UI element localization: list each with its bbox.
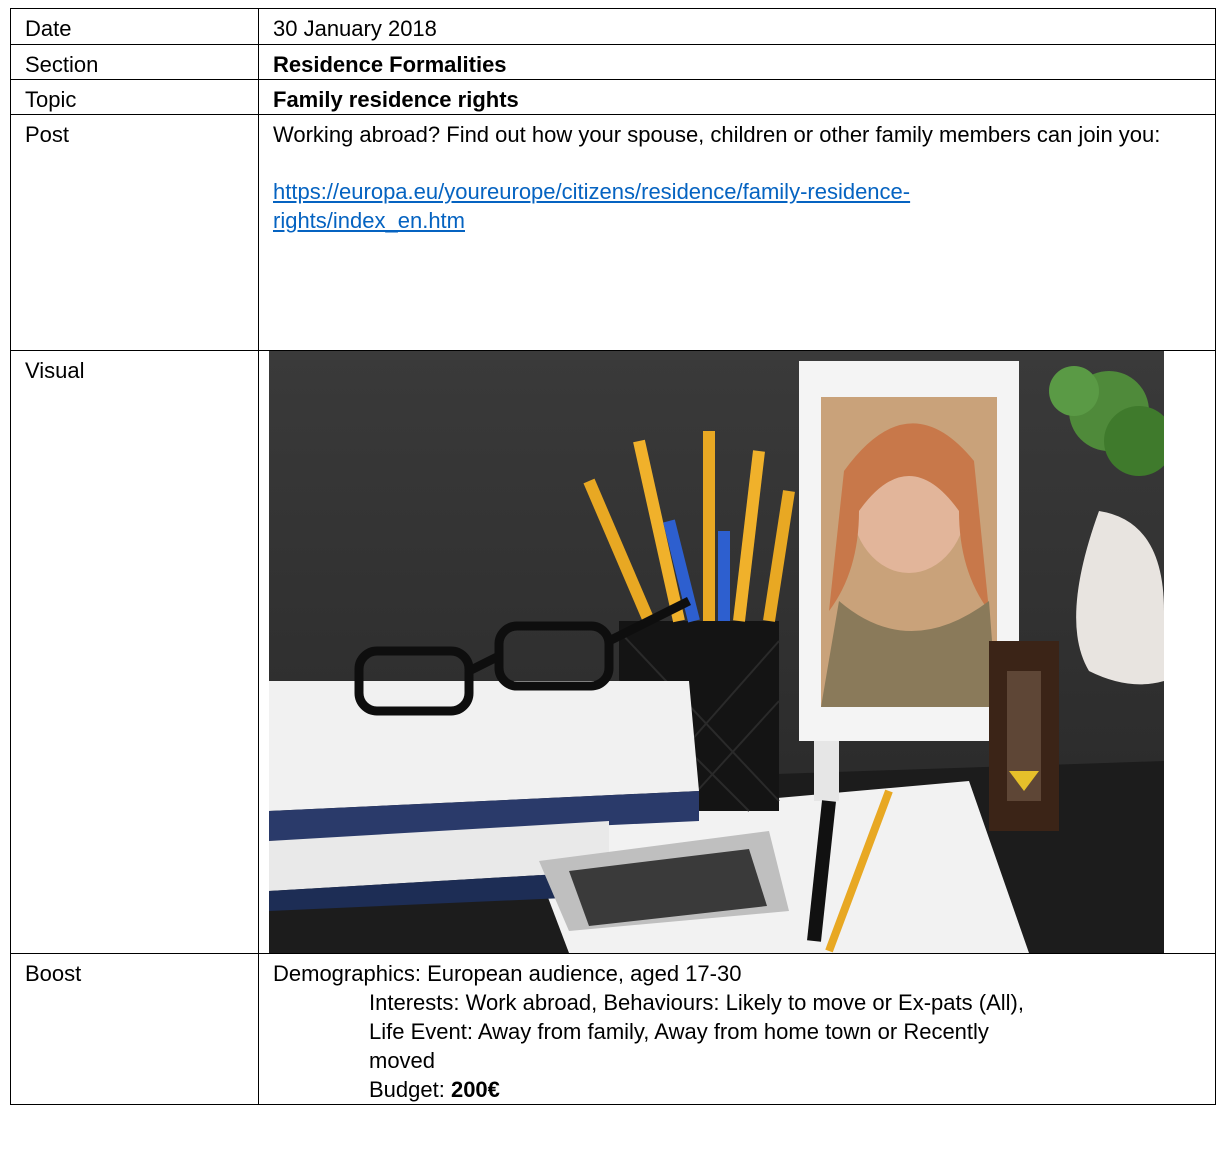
- row-section: Section Residence Formalities: [10, 44, 1216, 80]
- desk-photo-illustration: [269, 361, 1164, 953]
- section-value: Residence Formalities: [258, 44, 1216, 80]
- content-table: Date 30 January 2018 Section Residence F…: [10, 8, 1216, 1105]
- row-boost: Boost Demographics: European audience, a…: [10, 953, 1216, 1105]
- post-link-line2: rights/index_en.htm: [273, 208, 465, 233]
- boost-budget-value: 200€: [450, 1077, 500, 1102]
- boost-budget-label: Budget:: [369, 1077, 451, 1102]
- post-text: Working abroad? Find out how your spouse…: [273, 122, 1161, 147]
- boost-demographics: Demographics: European audience, aged 17…: [273, 961, 742, 986]
- row-visual: Visual: [10, 350, 1216, 954]
- section-label: Section: [10, 44, 259, 80]
- post-label: Post: [10, 114, 259, 351]
- boost-content: Demographics: European audience, aged 17…: [258, 953, 1216, 1105]
- row-post: Post Working abroad? Find out how your s…: [10, 114, 1216, 351]
- boost-label: Boost: [10, 953, 259, 1105]
- boost-interests-1: Interests: Work abroad, Behaviours: Like…: [369, 990, 1024, 1015]
- visual-content: [258, 350, 1216, 954]
- visual-label: Visual: [10, 350, 259, 954]
- date-value: 30 January 2018: [258, 8, 1216, 45]
- topic-label: Topic: [10, 79, 259, 115]
- post-link-line1: https://europa.eu/youreurope/citizens/re…: [273, 179, 911, 204]
- row-topic: Topic Family residence rights: [10, 79, 1216, 115]
- date-label: Date: [10, 8, 259, 45]
- post-link[interactable]: https://europa.eu/youreurope/citizens/re…: [273, 177, 1201, 235]
- post-content: Working abroad? Find out how your spouse…: [258, 114, 1216, 351]
- topic-value: Family residence rights: [258, 79, 1216, 115]
- desk-photo: [269, 351, 1164, 953]
- boost-interests-2: Life Event: Away from family, Away from …: [369, 1019, 989, 1044]
- row-date: Date 30 January 2018: [10, 8, 1216, 45]
- boost-interests-3: moved: [369, 1048, 436, 1073]
- boost-budget: Budget: 200€: [273, 1075, 1201, 1104]
